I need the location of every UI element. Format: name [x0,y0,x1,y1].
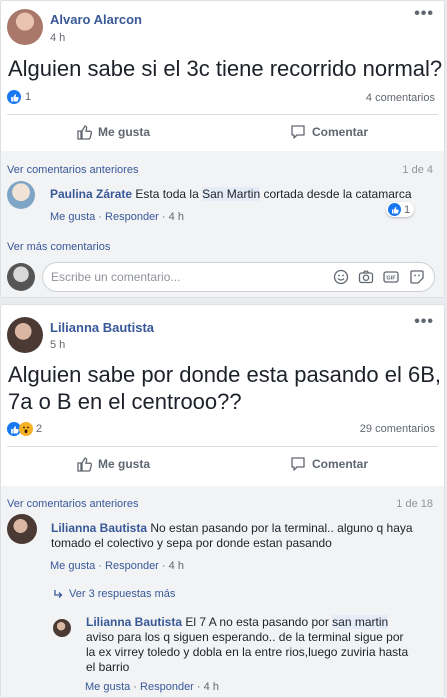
divider [7,446,438,447]
comments-count[interactable]: 29 comentarios [360,423,435,435]
reactions-count: 1 [25,91,32,103]
comments-counter: 1 de 4 [402,164,433,176]
reply-time[interactable]: 4 h [204,681,219,693]
like-reaction-icon [388,203,401,216]
comment-button[interactable]: Comentar [290,456,368,472]
comment-like-link[interactable]: Me gusta [50,560,95,572]
comment-meta: Me gusta · Responder · 4 h [50,560,184,572]
comment-label: Comentar [312,125,369,139]
svg-text:GIF: GIF [386,276,396,282]
author-avatar[interactable] [7,9,43,45]
commenter-avatar[interactable] [7,514,37,544]
comment-meta: Me gusta · Responder · 4 h [50,211,184,223]
comment-bubble: Lilianna Bautista No estan pasando por l… [42,516,413,556]
divider [7,114,438,115]
more-dots-icon[interactable]: ••• [414,313,434,331]
camera-icon[interactable] [358,269,374,288]
comments-counter: 1 de 18 [396,498,433,510]
reply-author[interactable]: Lilianna Bautista [86,615,182,629]
like-button[interactable]: Me gusta [76,456,150,472]
reply-line-1: Lilianna Bautista El 7 A no esta pasando… [86,615,404,630]
view-more-replies[interactable]: Ver 3 respuestas más [53,588,175,600]
reply-bubble: Lilianna Bautista El 7 A no esta pasando… [77,610,413,680]
reply-text-start: El 7 A no esta pasando por [185,615,329,629]
comments-section: Ver comentarios anteriores 1 de 18 Lilia… [1,486,444,697]
comment-bubble: Paulina Zárate Esta toda la San Martin c… [42,183,420,206]
comment-like-badge[interactable]: 1 [386,202,415,217]
comment-text-line-1: No estan pasando por la terminal.. algun… [150,521,413,535]
comment-icon [291,125,305,139]
post-text-line-1: Alguien sabe por donde esta pasando el 6… [8,362,441,387]
comment-input-placeholder: Escribe un comentario... [51,270,181,284]
author-avatar[interactable] [7,317,43,353]
comment-like-link[interactable]: Me gusta [50,211,95,223]
comment-text-before: Esta toda la [135,187,199,201]
comment-label: Comentar [312,457,369,471]
thumbs-up-icon [77,457,92,472]
post-text: Alguien sabe si el 3c tiene recorrido no… [8,56,443,81]
view-previous-comments[interactable]: Ver comentarios anteriores [7,498,138,510]
sticker-icon[interactable] [409,269,425,288]
comment-author[interactable]: Paulina Zárate [50,187,132,201]
comment-icon [291,457,305,471]
author-name[interactable]: Lilianna Bautista [50,320,154,335]
comment-button[interactable]: Comentar [290,124,368,140]
comment-text-line-2: tomado el colectivo y sepa por donde est… [51,536,332,550]
reply-arrow-icon [54,590,63,598]
wow-reaction-icon [19,422,33,436]
emoji-icon[interactable] [333,269,349,288]
view-more-comments[interactable]: Ver más comentarios [7,241,110,253]
comments-section: Ver comentarios anteriores 1 de 4 Paulin… [1,151,444,297]
author-name[interactable]: Alvaro Alarcon [50,12,142,27]
comment-likes-count: 1 [404,203,411,216]
reactions-summary[interactable]: 1 [7,90,31,104]
commenter-avatar[interactable] [7,181,35,209]
more-dots-icon[interactable]: ••• [414,5,434,23]
comment-input[interactable]: Escribe un comentario... GIF [42,262,435,292]
thumbs-up-icon [77,125,92,140]
like-label: Me gusta [98,125,151,139]
reply-avatar[interactable] [53,619,71,637]
reply-meta: Me gusta · Responder · 4 h [85,681,219,693]
reply-text-line-4: el barrio [86,660,130,674]
comment-time[interactable]: 4 h [169,211,184,223]
view-previous-comments[interactable]: Ver comentarios anteriores [7,164,138,176]
reactions-count: 2 [36,423,43,435]
post-card: Lilianna Bautista 5 h ••• Alguien sabe p… [0,304,445,698]
post-time[interactable]: 4 h [50,32,65,44]
comment-author[interactable]: Lilianna Bautista [51,521,147,535]
comment-reply-link[interactable]: Responder [105,560,159,572]
comment-line-1: Lilianna Bautista No estan pasando por l… [51,521,413,536]
comment-mention[interactable]: San Martin [202,187,261,201]
like-label: Me gusta [98,457,151,471]
comment-time[interactable]: 4 h [169,560,184,572]
reply-reply-link[interactable]: Responder [140,681,194,693]
comment-text-after: cortada desde la catamarca [263,187,412,201]
reactions-summary[interactable]: 2 [7,422,42,436]
view-replies-label: Ver 3 respuestas más [69,588,176,600]
gif-icon[interactable]: GIF [383,269,399,288]
post-text-line-2: 7a o B en el centrooo?? [8,389,242,414]
like-reaction-icon [7,90,21,104]
post-time[interactable]: 5 h [50,339,65,351]
like-button[interactable]: Me gusta [76,124,150,140]
reply-text-line-2: aviso para los q siguen esperando.. de l… [86,630,404,644]
my-avatar[interactable] [7,263,35,291]
reply-mention[interactable]: san martin [332,615,389,629]
post-card: Alvaro Alarcon 4 h ••• Alguien sabe si e… [0,0,445,298]
comments-count[interactable]: 4 comentarios [366,92,435,104]
reply-text-line-3: la ex virrey toledo y dobla en la entre … [86,645,409,659]
comment-reply-link[interactable]: Responder [105,211,159,223]
reply-like-link[interactable]: Me gusta [85,681,130,693]
